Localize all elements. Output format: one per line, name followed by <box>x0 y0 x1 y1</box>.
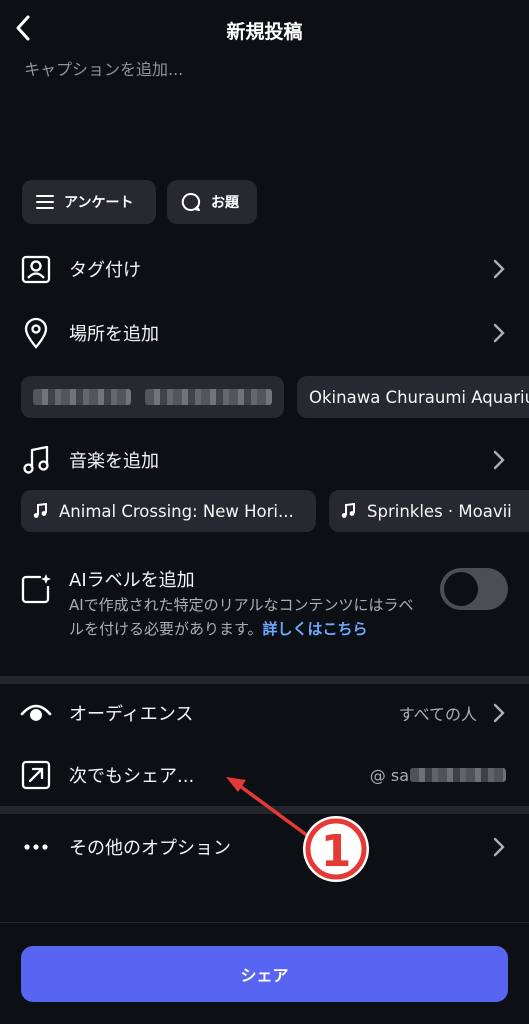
audience-label: オーディエンス <box>69 704 194 725</box>
location-suggestion[interactable]: Okinawa Churaumi Aquarium <box>297 376 529 418</box>
share-to-row[interactable]: 次でもシェア... @ sa <box>0 748 529 802</box>
location-suggestion-blurred[interactable] <box>21 376 284 418</box>
add-location-row[interactable]: 場所を追加 <box>0 306 529 360</box>
add-music-label: 音楽を追加 <box>69 451 159 472</box>
redacted-text <box>410 768 506 782</box>
eye-icon <box>20 697 52 729</box>
ellipsis-icon <box>20 831 52 863</box>
poll-button-label: アンケート <box>64 195 134 211</box>
tag-people-row[interactable]: タグ付け <box>0 242 529 296</box>
more-options-label: その他のオプション <box>69 838 231 859</box>
toggle-knob <box>444 572 478 606</box>
location-suggestion-label: Okinawa Churaumi Aquarium <box>309 387 529 407</box>
topic-button-label: お題 <box>211 195 239 211</box>
share-button-label: シェア <box>240 966 289 985</box>
poll-button[interactable]: アンケート <box>22 180 156 224</box>
music-note-icon <box>341 503 355 519</box>
audience-row[interactable]: オーディエンス すべての人 <box>0 686 529 740</box>
music-suggestion-label: Sprinkles · Moavii <box>367 501 512 521</box>
music-note-icon <box>33 503 47 519</box>
more-options-row[interactable]: その他のオプション <box>0 820 529 874</box>
redacted-text <box>33 389 131 405</box>
music-suggestion[interactable]: Animal Crossing: New Hori... <box>21 490 316 532</box>
topic-button[interactable]: お題 <box>167 180 257 224</box>
chat-bubble-icon <box>181 192 201 211</box>
tag-people-label: タグ付け <box>69 260 141 281</box>
section-divider <box>0 806 529 814</box>
chevron-right-icon <box>493 322 505 344</box>
music-suggestion-label: Animal Crossing: New Hori... <box>59 501 294 521</box>
ai-sparkle-icon <box>20 573 52 605</box>
location-pin-icon <box>20 317 52 349</box>
header: 新規投稿 <box>0 0 529 58</box>
caption-input[interactable]: キャプションを追加... <box>24 56 183 80</box>
share-button[interactable]: シェア <box>21 946 508 1002</box>
learn-more-link[interactable]: 詳しくはこちら <box>263 620 368 638</box>
chevron-right-icon <box>493 449 505 471</box>
redacted-text <box>144 389 272 405</box>
person-tag-icon <box>20 253 52 285</box>
ai-label-toggle[interactable] <box>440 568 508 610</box>
add-music-row[interactable]: 音楽を追加 <box>0 433 529 487</box>
music-note-icon <box>20 444 52 476</box>
audience-value: すべての人 <box>398 705 477 724</box>
share-arrow-icon <box>20 759 52 791</box>
music-suggestion[interactable]: Sprinkles · Moavii <box>329 490 529 532</box>
add-location-label: 場所を追加 <box>69 324 159 345</box>
page-title: 新規投稿 <box>226 21 303 43</box>
list-icon <box>36 195 54 209</box>
share-to-label: 次でもシェア... <box>69 766 195 787</box>
ai-label-title: AIラベルを追加 <box>69 570 195 591</box>
chevron-right-icon <box>493 836 505 858</box>
chevron-right-icon <box>493 258 505 280</box>
share-to-account: @ sa <box>369 765 409 785</box>
ai-label-description: AIで作成された特定のリアルなコンテンツにはラベルを付ける必要があります。詳しく… <box>69 593 419 641</box>
section-divider <box>0 676 529 684</box>
bottom-divider <box>0 922 529 923</box>
chevron-right-icon <box>493 702 505 724</box>
